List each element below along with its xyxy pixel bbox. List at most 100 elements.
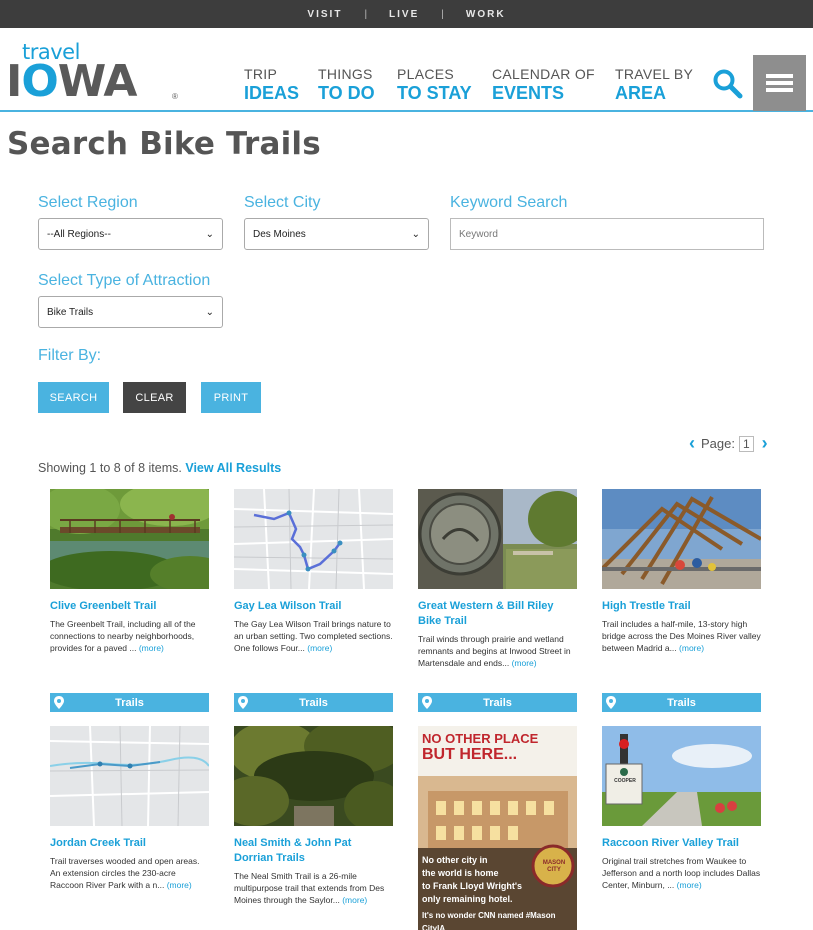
category-tag[interactable]: Trails <box>602 693 761 712</box>
separator: | <box>364 8 368 20</box>
category-tag-label: Trails <box>667 696 696 709</box>
card-title[interactable]: Raccoon River Valley Trail <box>602 836 761 851</box>
page-label: Page: <box>701 436 735 451</box>
more-link[interactable]: (more) <box>307 643 332 653</box>
chevron-right-icon[interactable]: › <box>762 433 768 454</box>
more-link[interactable]: (more) <box>679 643 704 653</box>
city-select[interactable]: Des Moines ⌄ <box>244 218 429 250</box>
map-pin-icon <box>606 696 616 709</box>
category-tag[interactable]: Trails <box>234 693 393 712</box>
site-header: travel IOWA ® TRIP IDEAS THINGS TO DO PL… <box>0 28 813 112</box>
card-title[interactable]: High Trestle Trail <box>602 599 761 614</box>
nav-big-label: AREA <box>615 83 667 103</box>
nav-small-label: TRAVEL BY <box>615 66 694 82</box>
search-button[interactable]: SEARCH <box>38 382 109 413</box>
menu-bar <box>766 88 793 92</box>
nav-small-label: CALENDAR OF <box>492 66 595 82</box>
map-pin-icon <box>54 696 64 709</box>
card-title[interactable]: Clive Greenbelt Trail <box>50 599 209 614</box>
chevron-down-icon: ⌄ <box>411 228 420 240</box>
card-description: Trail includes a half-mile, 13-story hig… <box>602 619 761 653</box>
attraction-type-select[interactable]: Bike Trails ⌄ <box>38 296 223 328</box>
chevron-down-icon: ⌄ <box>205 228 214 240</box>
travel-iowa-logo[interactable]: travel IOWA ® <box>6 40 181 107</box>
result-card: Clive Greenbelt Trail The Greenbelt Trai… <box>50 489 209 654</box>
clear-button[interactable]: CLEAR <box>123 382 186 413</box>
attraction-type-label: Select Type of Attraction <box>38 272 211 289</box>
card-description: The Greenbelt Trail, including all of th… <box>50 619 196 653</box>
page-title: Search Bike Trails <box>7 126 321 162</box>
card-title[interactable]: Jordan Creek Trail <box>50 836 209 851</box>
result-card: Jordan Creek Trail Trail traverses woode… <box>50 726 209 891</box>
logo-iowa-text: IOWA <box>6 56 137 107</box>
view-all-results-link[interactable]: View All Results <box>185 461 281 475</box>
nav-places-to-stay[interactable]: PLACES TO STAY <box>397 66 472 104</box>
mason-city-badge: MASON CITY <box>542 860 566 873</box>
chevron-left-icon[interactable]: ‹ <box>689 433 695 454</box>
trail-forest-photo[interactable] <box>234 726 393 826</box>
trail-map-image[interactable] <box>50 726 209 826</box>
advertisement[interactable]: NO OTHER PLACE BUT HERE... No other city… <box>418 726 577 930</box>
showing-text: Showing 1 to 8 of 8 items. <box>38 461 182 475</box>
card-title[interactable]: Neal Smith & John Pat Dorrian Trails <box>234 836 393 866</box>
trail-photo[interactable] <box>50 489 209 589</box>
nav-small-label: PLACES <box>397 66 455 82</box>
nav-travel-by-area[interactable]: TRAVEL BY AREA <box>615 66 693 104</box>
nav-small-label: TRIP <box>244 66 278 82</box>
live-link[interactable]: LIVE <box>389 9 419 20</box>
trail-sign-photo[interactable] <box>418 489 577 589</box>
city-label: Select City <box>244 194 321 211</box>
card-title[interactable]: Great Western & Bill Riley Bike Trail <box>418 599 577 629</box>
city-select-value: Des Moines <box>253 228 306 240</box>
separator: | <box>441 8 444 20</box>
visit-link[interactable]: VISIT <box>307 9 342 20</box>
work-link[interactable]: WORK <box>466 9 506 20</box>
more-link[interactable]: (more) <box>139 643 164 653</box>
attraction-type-value: Bike Trails <box>47 306 94 318</box>
more-link[interactable]: (more) <box>167 880 192 890</box>
signpost-label: COOPER <box>614 778 636 784</box>
region-label: Select Region <box>38 194 138 211</box>
nav-big-label: IDEAS <box>244 83 300 103</box>
card-title[interactable]: Gay Lea Wilson Trail <box>234 599 393 614</box>
nav-small-label: THINGS <box>318 66 373 82</box>
menu-bar <box>766 81 793 85</box>
result-card: COOPER Raccoon River Valley Trail Origin… <box>602 726 761 891</box>
page-number[interactable]: 1 <box>738 435 754 452</box>
result-card: High Trestle Trail Trail includes a half… <box>602 489 761 654</box>
nav-big-label: TO DO <box>318 83 375 103</box>
pagination: ‹ Page: 1 › <box>689 433 768 454</box>
more-link[interactable]: (more) <box>512 658 537 668</box>
nav-calendar-of-events[interactable]: CALENDAR OF EVENTS <box>492 66 595 104</box>
nav-things-to-do[interactable]: THINGS TO DO <box>318 66 375 104</box>
chevron-down-icon: ⌄ <box>205 306 214 318</box>
mason-city-ad[interactable]: NO OTHER PLACE BUT HERE... No other city… <box>418 726 577 930</box>
top-utility-bar: VISIT | LIVE | WORK <box>0 0 813 28</box>
map-pin-icon <box>238 696 248 709</box>
category-tag-label: Trails <box>483 696 512 709</box>
keyword-search-input[interactable]: Keyword <box>450 218 764 250</box>
search-icon[interactable] <box>712 68 744 100</box>
more-link[interactable]: (more) <box>342 895 367 905</box>
result-card: Gay Lea Wilson Trail The Gay Lea Wilson … <box>234 489 393 654</box>
trail-signpost-photo[interactable]: COOPER <box>602 726 761 826</box>
category-tag-label: Trails <box>115 696 144 709</box>
trail-map-image[interactable] <box>234 489 393 589</box>
card-description: The Neal Smith Trail is a 26-mile multip… <box>234 871 385 905</box>
filter-by-label: Filter By: <box>38 347 102 364</box>
card-description: Trail traverses wooded and open areas. A… <box>50 856 200 890</box>
region-select[interactable]: --All Regions-- ⌄ <box>38 218 223 250</box>
results-count: Showing 1 to 8 of 8 items. View All Resu… <box>38 461 281 475</box>
trail-bridge-photo[interactable] <box>602 489 761 589</box>
keyword-label: Keyword Search <box>450 194 568 211</box>
nav-trip-ideas[interactable]: TRIP IDEAS <box>244 66 299 104</box>
category-tag[interactable]: Trails <box>418 693 577 712</box>
card-description: The Gay Lea Wilson Trail brings nature t… <box>234 619 393 653</box>
print-button[interactable]: PRINT <box>201 382 261 413</box>
registered-mark: ® <box>172 92 178 101</box>
more-link[interactable]: (more) <box>677 880 702 890</box>
result-card: Great Western & Bill Riley Bike Trail Tr… <box>418 489 577 669</box>
map-pin-icon <box>422 696 432 709</box>
category-tag[interactable]: Trails <box>50 693 209 712</box>
hamburger-menu-button[interactable] <box>753 55 806 111</box>
